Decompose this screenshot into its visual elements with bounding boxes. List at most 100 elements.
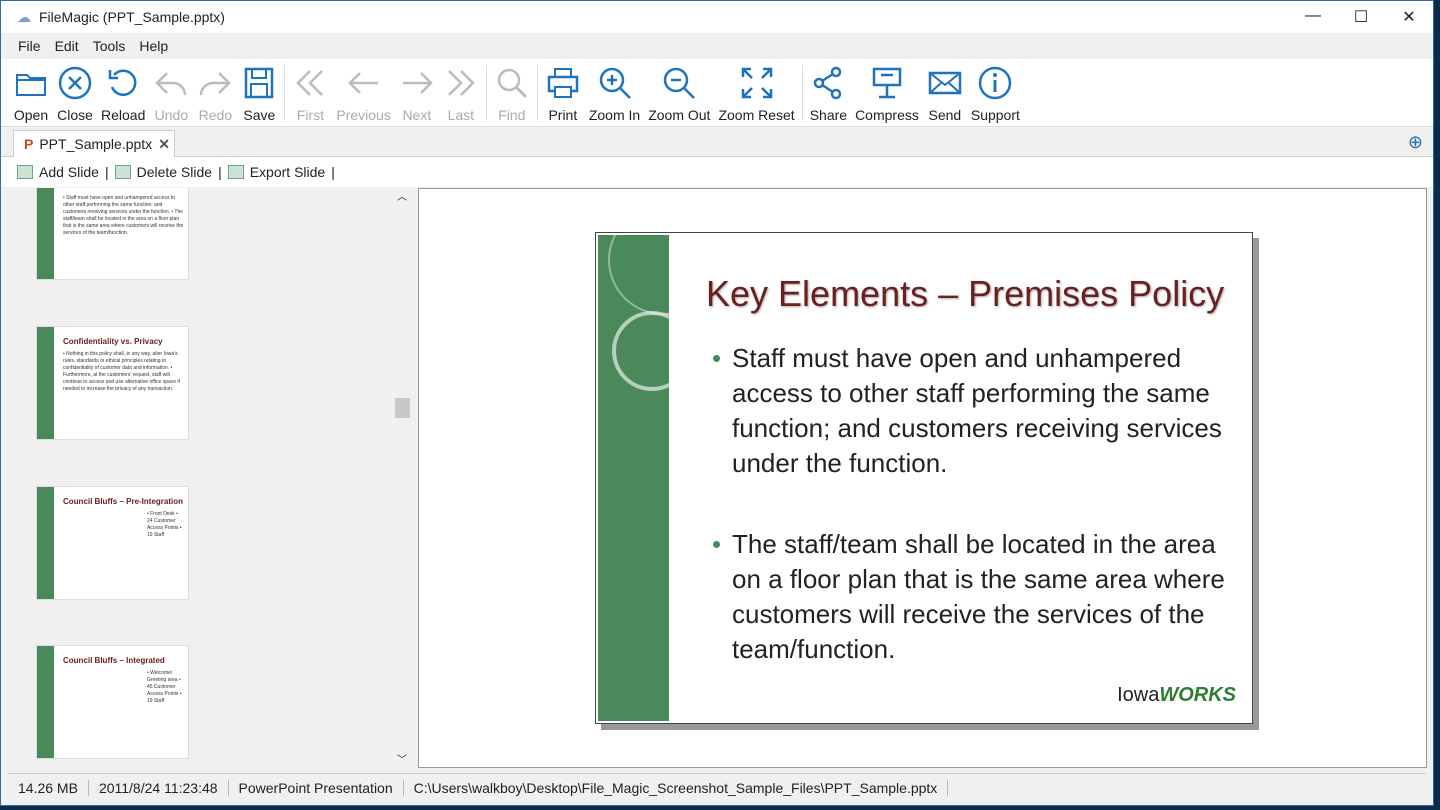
previous-button[interactable]: Previous (332, 65, 394, 123)
button-label: Find (498, 107, 526, 123)
button-label: Redo (198, 107, 233, 123)
share-icon (814, 66, 842, 100)
button-label: Support (970, 107, 1020, 123)
delete-slide-button[interactable]: Delete Slide (137, 164, 213, 180)
find-button[interactable]: Find (490, 65, 534, 123)
share-button[interactable]: Share (806, 65, 851, 123)
redo-icon (200, 72, 232, 96)
new-tab-icon[interactable]: ⊕ (1408, 132, 1423, 153)
zoom-in-button[interactable]: Zoom In (585, 65, 644, 123)
support-button[interactable]: Support (967, 65, 1024, 123)
add-slide-icon (17, 165, 33, 179)
add-slide-button[interactable]: Add Slide (39, 164, 99, 180)
separator: | (104, 164, 109, 180)
toolbar: Open Close Reload Undo Redo Save First Previous… (1, 59, 1433, 127)
thumbnail-text: • Staff must have open and unhampered ac… (63, 195, 184, 236)
first-icon (296, 70, 324, 96)
slide-toolbar: Add Slide | Delete Slide | Export Slide … (1, 157, 1433, 187)
save-button[interactable]: Save (237, 65, 281, 123)
last-icon (447, 70, 475, 96)
compress-button[interactable]: Compress (851, 65, 923, 123)
file-path: C:\Users\walkboy\Desktop\File_Magic_Scre… (404, 779, 949, 796)
menu-bar: File Edit Tools Help (1, 33, 1433, 59)
separator: | (218, 164, 222, 180)
menu-file[interactable]: File (18, 38, 41, 54)
app-logo-icon: ☁ (17, 8, 31, 25)
send-button[interactable]: Send (923, 65, 967, 123)
compress-icon (872, 67, 902, 99)
slide-thumbnail[interactable]: Confidentiality vs. Privacy • Nothing in … (36, 326, 189, 440)
mail-icon (928, 71, 962, 95)
file-type: PowerPoint Presentation (229, 779, 404, 796)
separator: | (331, 164, 335, 180)
undo-button[interactable]: Undo (149, 65, 193, 123)
zoom-reset-button[interactable]: Zoom Reset (714, 65, 798, 123)
iowaworks-logo: IowaWORKS (1117, 684, 1236, 706)
close-button[interactable]: Close (53, 65, 97, 123)
undo-icon (155, 72, 187, 96)
folder-icon (16, 74, 46, 96)
zoom-in-icon (599, 67, 631, 99)
close-window-button[interactable]: ✕ (1385, 7, 1433, 27)
button-label: Print (548, 107, 578, 123)
tab-close-button[interactable]: ✕ (158, 136, 170, 153)
thumbnail-title: Confidentiality vs. Privacy (63, 337, 163, 346)
file-size: 14.26 MB (8, 779, 89, 796)
thumbnail-scrollbar[interactable]: ︿ ﹀ (393, 188, 411, 768)
delete-slide-icon (114, 165, 131, 179)
menu-help[interactable]: Help (139, 38, 168, 54)
first-button[interactable]: First (288, 65, 332, 123)
thumbnail-panel: • Staff must have open and unhampered ac… (10, 188, 412, 768)
zoom-out-icon (664, 67, 696, 99)
close-circle-icon (58, 66, 92, 100)
reload-button[interactable]: Reload (97, 65, 149, 123)
open-button[interactable]: Open (9, 65, 53, 123)
tab-strip: P PPT_Sample.pptx ✕ ⊕ (1, 127, 1433, 157)
previous-icon (347, 72, 378, 94)
last-button[interactable]: Last (439, 65, 483, 123)
scroll-thumb[interactable] (395, 398, 410, 418)
scroll-up-icon[interactable]: ︿ (393, 188, 411, 203)
button-label: First (296, 107, 324, 123)
scroll-down-icon[interactable]: ﹀ (393, 751, 411, 766)
button-label: Zoom In (588, 107, 641, 123)
thumbnail-text: • Welcome/ Greeting area • 45 Customer A… (147, 670, 182, 704)
slide-bullet: Staff must have open and unhampered acce… (712, 341, 1232, 481)
slide-thumbnail[interactable]: Council Bluffs – Integrated • Welcome/ Gr… (36, 645, 189, 759)
zoom-out-button[interactable]: Zoom Out (644, 65, 714, 123)
info-icon (979, 66, 1012, 100)
next-button[interactable]: Next (395, 65, 439, 123)
minimize-button[interactable]: — (1289, 7, 1337, 27)
button-label: Undo (154, 107, 189, 123)
slide-thumbnail[interactable]: • Staff must have open and unhampered ac… (36, 188, 189, 280)
save-icon (245, 67, 274, 99)
slide-thumbnail[interactable]: Council Bluffs – Pre-Integration • Front … (36, 486, 189, 600)
export-slide-icon (227, 165, 244, 179)
thumbnail-title: Council Bluffs – Integrated (63, 656, 165, 665)
toolbar-separator (284, 65, 286, 121)
toolbar-separator (485, 65, 487, 121)
button-label: Last (447, 107, 475, 123)
slide-bullet: The staff/team shall be located in the a… (712, 527, 1232, 667)
button-label: Share (809, 107, 848, 123)
tab-document[interactable]: P PPT_Sample.pptx ✕ (13, 130, 175, 157)
button-label: Send (928, 107, 962, 123)
button-label: Close (57, 107, 93, 123)
redo-button[interactable]: Redo (193, 65, 237, 123)
menu-tools[interactable]: Tools (93, 38, 126, 54)
thumbnail-text: • Nothing in this policy shall, in any w… (63, 351, 180, 392)
print-icon (547, 68, 579, 98)
print-button[interactable]: Print (541, 65, 585, 123)
thumbnail-title: Council Bluffs – Pre-Integration (63, 497, 184, 506)
menu-edit[interactable]: Edit (55, 38, 79, 54)
pptx-file-icon: P (24, 136, 34, 152)
next-icon (402, 72, 433, 94)
slide-preview: Key Elements – Premises Policy Staff mus… (418, 188, 1427, 768)
slide-title: Key Elements – Premises Policy (706, 273, 1225, 314)
button-label: Zoom Out (648, 107, 711, 123)
button-label: Previous (336, 107, 391, 123)
toolbar-separator (536, 65, 538, 121)
export-slide-button[interactable]: Export Slide (250, 164, 325, 180)
maximize-button[interactable]: ☐ (1337, 7, 1385, 27)
button-label: Compress (855, 107, 919, 123)
